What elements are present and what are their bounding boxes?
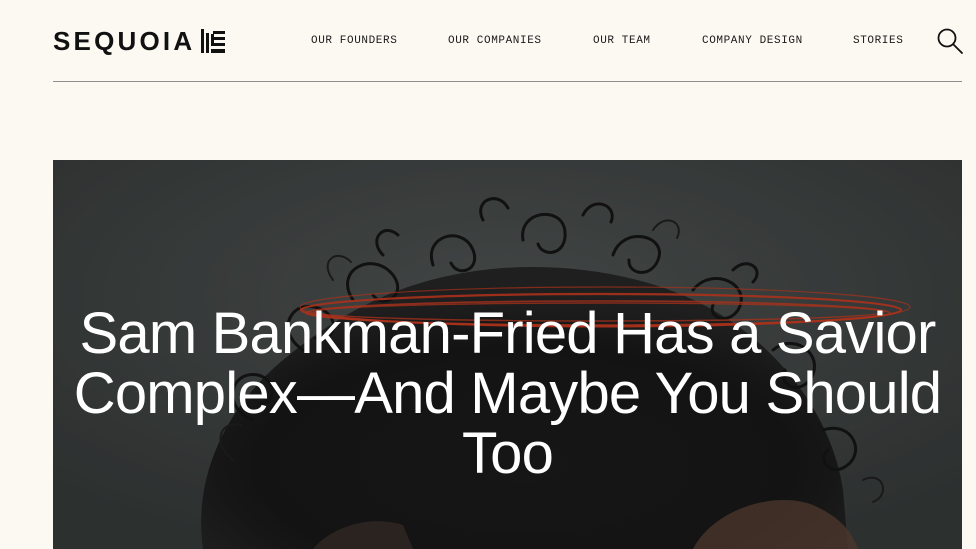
article-title[interactable]: Sam Bankman-Fried Has a Savior Complex—A… bbox=[53, 304, 962, 484]
brand-name: SEQUOIA bbox=[53, 26, 196, 56]
search-icon[interactable] bbox=[936, 27, 964, 55]
nav-our-team[interactable]: OUR TEAM bbox=[593, 33, 651, 49]
sequoia-tree-icon bbox=[201, 29, 226, 53]
nav-our-companies[interactable]: OUR COMPANIES bbox=[448, 33, 542, 49]
nav-stories[interactable]: STORIES bbox=[853, 33, 903, 49]
header-divider bbox=[53, 81, 962, 82]
hero-banner[interactable]: Sam Bankman-Fried Has a Savior Complex—A… bbox=[53, 160, 962, 549]
nav-company-design[interactable]: COMPANY DESIGN bbox=[702, 33, 803, 49]
nav-our-founders[interactable]: OUR FOUNDERS bbox=[311, 33, 397, 49]
sequoia-logo[interactable]: SEQUOIA bbox=[53, 25, 226, 57]
site-header: SEQUOIA OUR FOUNDERS OUR COMPANIES OUR T… bbox=[0, 0, 976, 82]
